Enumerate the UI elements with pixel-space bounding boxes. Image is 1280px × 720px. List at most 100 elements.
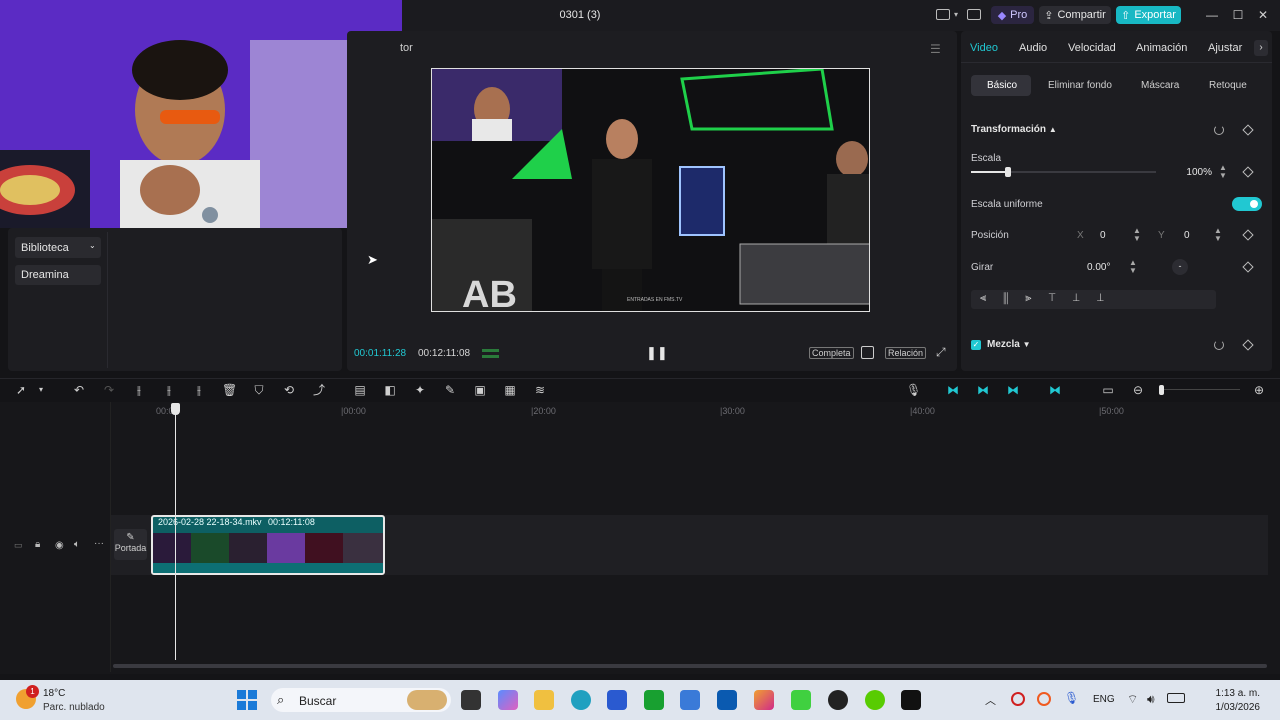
zoom-slider-track[interactable] [1164, 389, 1240, 390]
tab-adjust[interactable]: Ajustar [1208, 42, 1242, 54]
mail-icon[interactable] [680, 690, 700, 710]
magnet-icon[interactable]: ⧓ [976, 383, 990, 397]
kick-icon[interactable] [791, 690, 811, 710]
instagram-icon[interactable] [754, 690, 774, 710]
track-thumb-icon[interactable]: ▭ [14, 540, 23, 551]
tab-speed[interactable]: Velocidad [1068, 42, 1116, 54]
weather-desc[interactable]: Parc. nublado [43, 702, 105, 713]
obs-icon[interactable] [828, 690, 848, 710]
preview-axis-icon[interactable]: ⧓ [1048, 383, 1062, 397]
fullscreen-icon[interactable]: ⤢ [936, 345, 946, 360]
tab-video[interactable]: Video [970, 42, 998, 54]
lock-icon[interactable]: 🔒︎ [35, 539, 40, 550]
scale-slider-track[interactable] [971, 171, 1156, 173]
uniform-scale-toggle[interactable] [1232, 197, 1262, 211]
select-tool-icon[interactable]: ➚ [14, 383, 28, 397]
close-icon[interactable]: ✕ [1256, 8, 1270, 22]
pos-x-input[interactable]: 0 [1100, 230, 1106, 248]
keyboard-icon[interactable] [967, 9, 981, 20]
subtab-basic[interactable]: Básico [987, 80, 1017, 91]
subtab-mask[interactable]: Máscara [1141, 80, 1179, 91]
language-indicator[interactable]: ENG [1093, 694, 1115, 705]
clock-date[interactable]: 1/03/2026 [1190, 702, 1261, 713]
volume-icon[interactable]: 🔈︎ [74, 539, 80, 550]
blend-checkbox[interactable]: ✓ [971, 340, 981, 350]
hd-icon[interactable]: ▣ [473, 383, 487, 397]
clock-time[interactable]: 1:13 a. m. [1190, 688, 1260, 699]
file-explorer-icon[interactable] [534, 690, 554, 710]
layout-icon[interactable] [936, 9, 950, 20]
cover-button[interactable]: ✎ Portada [114, 529, 147, 560]
video-preview[interactable]: AB ENTRADAS EN FMS.TV [431, 68, 870, 312]
chevron-right-icon[interactable]: › [1254, 40, 1268, 56]
image-icon[interactable]: ▦ [503, 383, 517, 397]
export-button[interactable]: ⇧ Exportar [1116, 6, 1181, 24]
split-left-icon[interactable]: ⫲ [162, 383, 176, 397]
align-icons[interactable]: ⫷⫼⫸⊤⊥⊥ [980, 292, 1121, 305]
aspect-ratio-button[interactable]: Relación [885, 347, 927, 359]
pos-y-input[interactable]: 0 [1184, 230, 1190, 248]
caption-icon[interactable]: ▭ [1101, 383, 1115, 397]
tab-audio[interactable]: Audio [1019, 42, 1047, 54]
snap-icon[interactable]: ⧓ [1006, 383, 1020, 397]
microphone-icon[interactable]: 🎙 [906, 383, 921, 397]
sidebar-item-dreamina[interactable]: Dreamina [15, 265, 101, 285]
eye-icon[interactable]: ◉ [55, 540, 64, 551]
pause-icon[interactable]: ❚❚ [646, 345, 668, 361]
magic-icon[interactable]: ✎ [443, 383, 457, 397]
tray-app-icon[interactable] [1011, 692, 1025, 706]
redo-icon[interactable]: ↷ [102, 383, 116, 397]
timeline-scrollbar[interactable] [113, 664, 1267, 668]
split-icon[interactable]: ⫲ [132, 383, 146, 397]
more-icon[interactable]: ··· [94, 538, 104, 549]
zoom-slider-thumb[interactable] [1159, 385, 1164, 395]
capcut-icon[interactable] [901, 690, 921, 710]
outlook-icon[interactable] [717, 690, 737, 710]
tab-animation[interactable]: Animación [1136, 42, 1187, 54]
store-icon[interactable] [607, 690, 627, 710]
microphone-icon[interactable]: 🎙︎ [1064, 691, 1079, 705]
screenshot-icon[interactable] [861, 346, 874, 359]
person-icon[interactable]: ✦ [413, 383, 427, 397]
maximize-icon[interactable]: ☐ [1231, 8, 1245, 22]
undo-icon[interactable]: ↶ [72, 383, 86, 397]
windows-start-icon[interactable] [237, 690, 257, 710]
reset-icon[interactable] [1214, 125, 1224, 135]
share-button[interactable]: ⇪ Compartir [1039, 6, 1111, 24]
subtab-remove-bg[interactable]: Eliminar fondo [1048, 80, 1112, 91]
chevron-down-icon[interactable]: ▾ [34, 383, 48, 397]
wifi-icon[interactable]: ⌔ [1127, 692, 1138, 707]
captions-icon[interactable]: ▤ [353, 383, 367, 397]
audio-wave-icon[interactable]: ≋ [533, 383, 547, 397]
scale-slider-thumb[interactable] [1005, 167, 1011, 177]
zoom-out-icon[interactable]: ⊖ [1131, 383, 1145, 397]
rotate-input[interactable]: 0.00° [1087, 262, 1110, 280]
shield-icon[interactable]: ⛉ [252, 383, 266, 397]
volume-icon[interactable]: 🔊︎ [1147, 692, 1155, 707]
stepper-icon[interactable]: ▲ ▼ [1214, 227, 1222, 243]
stepper-icon[interactable]: ▲ ▼ [1133, 227, 1141, 243]
playhead-handle[interactable] [171, 403, 180, 415]
mirror-icon[interactable]: ◧ [383, 383, 397, 397]
menu-icon[interactable]: ☰ [930, 42, 941, 56]
reset-icon[interactable] [1214, 340, 1224, 350]
stepper-icon[interactable]: ▲ ▼ [1219, 164, 1227, 180]
rotate-dial-icon[interactable]: - [1172, 259, 1188, 275]
pro-button[interactable]: ◆ Pro [991, 6, 1034, 24]
minimize-icon[interactable]: — [1205, 8, 1219, 22]
crop-icon[interactable]: ⟲ [282, 383, 296, 397]
playhead[interactable] [175, 404, 176, 660]
edge-icon[interactable] [571, 690, 591, 710]
scale-input[interactable]: 100% [1172, 164, 1212, 182]
duolingo-icon[interactable] [865, 690, 885, 710]
battery-icon[interactable] [1167, 693, 1185, 703]
section-blend[interactable]: Mezcla ▼ [987, 339, 1031, 350]
tray-sync-icon[interactable] [1037, 692, 1051, 706]
delete-icon[interactable]: 🗑 [222, 383, 237, 397]
sidebar-item-library[interactable]: Biblioteca ⌄ [15, 237, 101, 258]
xbox-icon[interactable] [644, 690, 664, 710]
subtab-retouch[interactable]: Retoque [1209, 80, 1247, 91]
split-right-icon[interactable]: ⫲ [192, 383, 206, 397]
speed-icon[interactable]: ⤴ [312, 383, 326, 397]
zoom-in-icon[interactable]: ⊕ [1252, 383, 1266, 397]
